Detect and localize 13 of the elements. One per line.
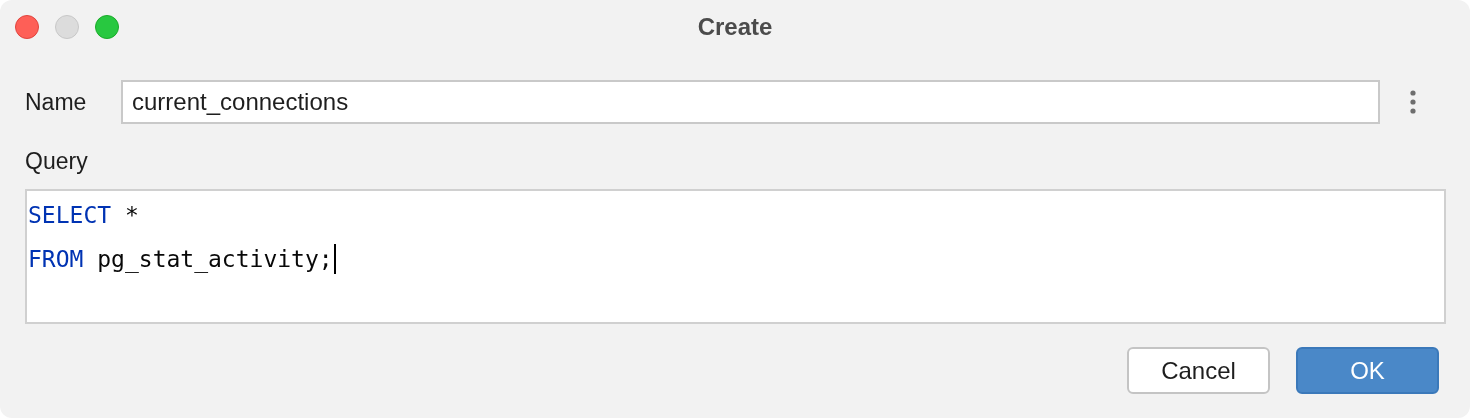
code-line: SELECT *: [28, 202, 139, 228]
zoom-button[interactable]: [95, 15, 119, 39]
ok-button[interactable]: OK: [1296, 347, 1439, 394]
cancel-button[interactable]: Cancel: [1127, 347, 1270, 394]
name-field[interactable]: current_connections: [121, 80, 1380, 124]
text-caret: [333, 244, 336, 274]
field-label: Name: [25, 88, 88, 116]
field-label: Query: [25, 148, 88, 175]
query-editor[interactable]: SELECT * FROM pg_stat_activity;: [25, 189, 1446, 324]
window-title: Create: [697, 13, 773, 41]
more-options-icon[interactable]: [1410, 90, 1416, 114]
close-button[interactable]: [15, 15, 39, 39]
code-line: FROM pg_stat_activity;: [28, 246, 333, 272]
